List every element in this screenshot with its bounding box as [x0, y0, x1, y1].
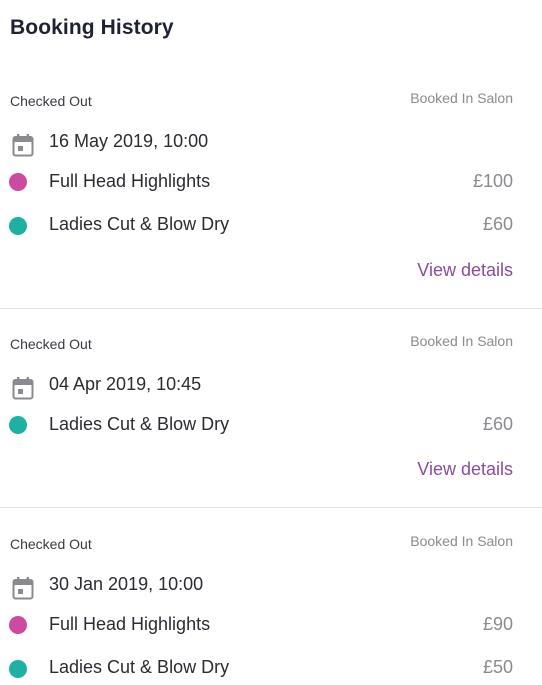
service-name: Ladies Cut & Blow Dry	[49, 214, 230, 234]
service-price: £50	[482, 657, 513, 677]
service-price: £100	[472, 171, 513, 191]
divider	[0, 507, 542, 508]
calendar-icon	[12, 577, 34, 600]
booking-date: 30 Jan 2019, 10:00	[49, 574, 204, 594]
booking-channel: Booked In Salon	[410, 533, 513, 549]
booking-status: Checked Out	[10, 336, 92, 352]
view-details-link[interactable]: View details	[417, 260, 513, 281]
service-color-dot	[9, 217, 27, 235]
booking-status: Checked Out	[10, 93, 92, 109]
service-name: Ladies Cut & Blow Dry	[49, 657, 230, 677]
booking-channel: Booked In Salon	[410, 90, 513, 106]
calendar-icon	[12, 377, 34, 400]
booking-status: Checked Out	[10, 536, 92, 552]
service-color-dot	[9, 416, 27, 434]
service-name: Ladies Cut & Blow Dry	[49, 414, 230, 434]
service-color-dot	[9, 660, 27, 678]
divider	[0, 308, 542, 309]
page-title: Booking History	[10, 16, 174, 39]
service-price: £90	[482, 614, 513, 634]
service-color-dot	[9, 616, 27, 634]
booking-date: 16 May 2019, 10:00	[49, 131, 209, 151]
calendar-icon	[12, 134, 34, 157]
service-price: £60	[482, 214, 513, 234]
view-details-link[interactable]: View details	[417, 459, 513, 480]
service-name: Full Head Highlights	[49, 171, 211, 191]
booking-channel: Booked In Salon	[410, 333, 513, 349]
service-name: Full Head Highlights	[49, 614, 211, 634]
service-price: £60	[482, 414, 513, 434]
service-color-dot	[9, 173, 27, 191]
booking-date: 04 Apr 2019, 10:45	[49, 374, 202, 394]
